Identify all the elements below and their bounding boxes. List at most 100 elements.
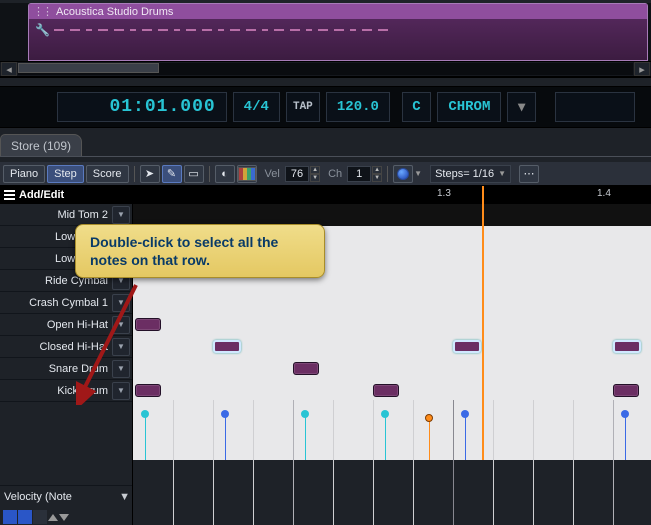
toolbar-extra-button[interactable]: ⋯: [519, 165, 539, 183]
clip-mini-pattern: [54, 29, 641, 31]
velocity-up[interactable]: ▲: [310, 166, 320, 174]
chevron-down-icon: ▼: [498, 169, 506, 178]
steps-dropdown[interactable]: Steps= 1/16 ▼: [430, 165, 511, 183]
track-header-area: ⋮⋮ Acoustica Studio Drums 🔧 ◂ ▸: [0, 3, 651, 78]
store-tab[interactable]: Store (109): [0, 134, 82, 156]
lane-dropdown[interactable]: ▼: [112, 382, 130, 400]
snap-button[interactable]: ◐: [215, 165, 235, 183]
colorstrip-icon: [238, 167, 256, 181]
lane-snare-drum[interactable]: Snare Drum▼: [0, 358, 132, 380]
clip-grip-icon: ⋮⋮: [33, 5, 51, 18]
velocity-marker[interactable]: [301, 410, 309, 418]
grid-row[interactable]: [133, 292, 651, 314]
channel-up[interactable]: ▲: [372, 166, 382, 174]
velocity-lane-dropdown[interactable]: ▼: [119, 491, 130, 503]
clip-header[interactable]: ⋮⋮ Acoustica Studio Drums: [29, 4, 647, 19]
grid-row-closed-hihat[interactable]: [133, 336, 651, 358]
colorstrip-button[interactable]: [237, 165, 257, 183]
pencil-tool-button[interactable]: ✎: [162, 165, 182, 183]
note[interactable]: [293, 362, 319, 375]
lane-dropdown[interactable]: ▼: [112, 360, 130, 378]
velocity-marker[interactable]: [381, 410, 389, 418]
track-clip[interactable]: ⋮⋮ Acoustica Studio Drums 🔧: [28, 3, 648, 61]
lane-crash-cymbal-1[interactable]: Crash Cymbal 1▼: [0, 292, 132, 314]
velocity-marker-selected[interactable]: [425, 414, 433, 422]
ramp-up-icon[interactable]: [48, 514, 58, 521]
color-picker-button[interactable]: [393, 165, 413, 183]
transport-extra[interactable]: [555, 92, 635, 122]
editor-toolbar: Piano Step Score ➤ ✎ ▭ ◐ Vel 76 ▲▼ Ch 1 …: [0, 162, 651, 186]
velocity-marker[interactable]: [221, 410, 229, 418]
transport-position[interactable]: 01:01.000: [57, 92, 227, 122]
erase-tool-button[interactable]: ▭: [184, 165, 204, 183]
velocity-value[interactable]: 76: [285, 166, 309, 182]
channel-value[interactable]: 1: [347, 166, 371, 182]
ramp-down-icon[interactable]: [59, 514, 69, 521]
lane-dropdown[interactable]: ▼: [112, 316, 130, 334]
velocity-tools: [0, 508, 132, 525]
velocity-marker[interactable]: [621, 410, 629, 418]
transport-bar: 01:01.000 4/4 TAP 120.0 C CHROM ▾: [0, 86, 651, 128]
transport-timesig[interactable]: 4/4: [233, 92, 280, 122]
mode-step-button[interactable]: Step: [47, 165, 84, 183]
vel-tool-1[interactable]: [3, 510, 17, 524]
ruler-tick-1-3: 1.3: [437, 188, 451, 199]
lane-dropdown[interactable]: ▼: [112, 338, 130, 356]
clip-body: 🔧: [29, 19, 647, 41]
play-cursor[interactable]: [482, 186, 484, 460]
channel-spinner[interactable]: 1 ▲▼: [347, 166, 382, 182]
lane-kick-drum[interactable]: Kick Drum▼: [0, 380, 132, 402]
velocity-lane[interactable]: [133, 400, 651, 460]
note[interactable]: [613, 384, 639, 397]
velocity-down[interactable]: ▼: [310, 174, 320, 182]
vel-tool-2[interactable]: [18, 510, 32, 524]
arrow-tool-button[interactable]: ➤: [140, 165, 160, 183]
vel-tool-3[interactable]: [33, 510, 47, 524]
channel-down[interactable]: ▼: [372, 174, 382, 182]
horizontal-scrollbar[interactable]: ◂ ▸: [0, 61, 651, 77]
scroll-left-button[interactable]: ◂: [1, 62, 17, 76]
mode-score-button[interactable]: Score: [86, 165, 129, 183]
note-selected[interactable]: [613, 340, 641, 353]
sidebar-header[interactable]: Add/Edit: [0, 186, 132, 204]
note-selected[interactable]: [453, 340, 481, 353]
scroll-right-button[interactable]: ▸: [634, 62, 650, 76]
channel-label: Ch: [328, 168, 342, 180]
wrench-icon[interactable]: 🔧: [35, 23, 50, 37]
time-ruler[interactable]: 1.3 1.4: [133, 186, 651, 204]
transport-scale-dropdown[interactable]: ▾: [507, 92, 536, 122]
clip-title: Acoustica Studio Drums: [56, 6, 173, 18]
note[interactable]: [135, 384, 161, 397]
velocity-label: Vel: [265, 168, 280, 180]
tap-tempo-button[interactable]: TAP: [286, 92, 320, 122]
velocity-spinner[interactable]: 76 ▲▼: [285, 166, 320, 182]
lane-open-hi-hat[interactable]: Open Hi-Hat▼: [0, 314, 132, 336]
grid-row-snare[interactable]: [133, 358, 651, 380]
grid-row-kick[interactable]: [133, 380, 651, 402]
tooltip-text: Double-click to select all the notes on …: [90, 234, 278, 268]
transport-scale[interactable]: CHROM: [437, 92, 501, 122]
menu-icon[interactable]: [4, 190, 15, 200]
transport-key[interactable]: C: [402, 92, 432, 122]
scroll-thumb[interactable]: [18, 63, 159, 73]
lane-dropdown[interactable]: ▼: [112, 206, 130, 224]
tab-strip: Store (109): [0, 132, 651, 156]
steps-label: Steps= 1/16: [435, 168, 494, 180]
lane-dropdown[interactable]: ▼: [112, 294, 130, 312]
lane-mid-tom-2[interactable]: Mid Tom 2▼: [0, 204, 132, 226]
help-tooltip: Double-click to select all the notes on …: [75, 224, 325, 278]
ruler-tick-1-4: 1.4: [597, 188, 611, 199]
mode-piano-button[interactable]: Piano: [3, 165, 45, 183]
grid-row[interactable]: [133, 204, 651, 226]
velocity-marker[interactable]: [461, 410, 469, 418]
transport-tempo[interactable]: 120.0: [326, 92, 390, 122]
scroll-track[interactable]: [18, 63, 633, 75]
lane-closed-hi-hat[interactable]: Closed Hi-Hat▼: [0, 336, 132, 358]
sidebar-header-label: Add/Edit: [19, 189, 64, 201]
note[interactable]: [135, 318, 161, 331]
grid-row-open-hihat[interactable]: [133, 314, 651, 336]
velocity-lane-selector[interactable]: Velocity (Note ▼: [0, 486, 132, 508]
note-selected[interactable]: [213, 340, 241, 353]
note[interactable]: [373, 384, 399, 397]
velocity-marker[interactable]: [141, 410, 149, 418]
